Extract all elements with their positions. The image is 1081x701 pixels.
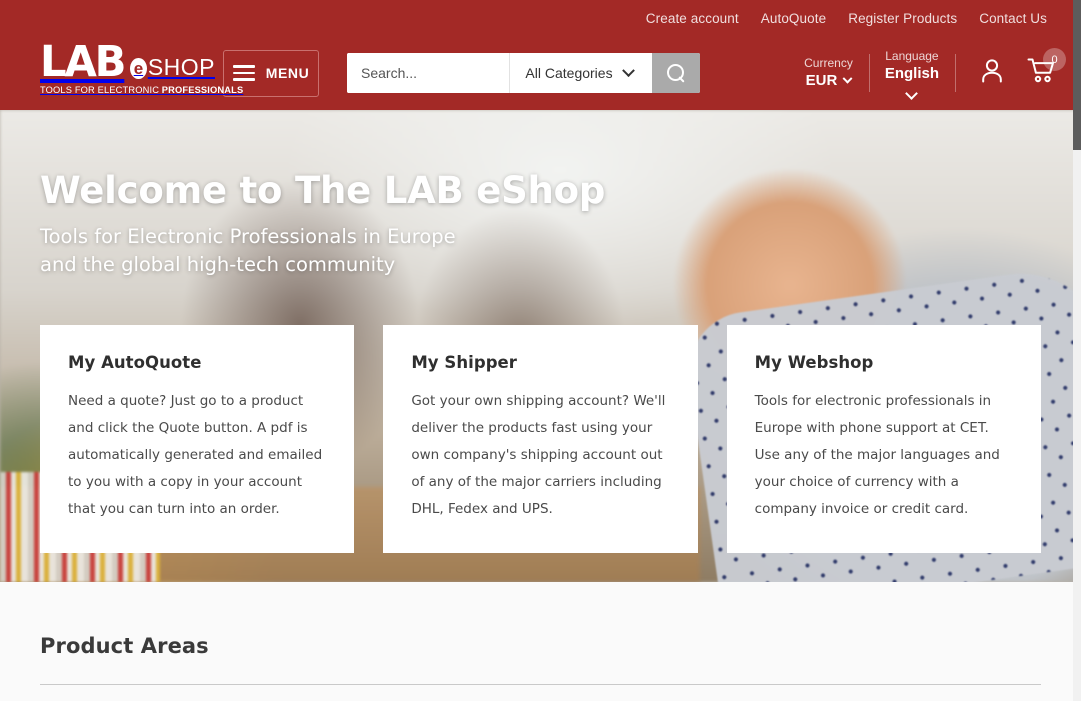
search-submit-button[interactable] <box>652 53 700 93</box>
category-select[interactable]: All Categories <box>510 53 652 93</box>
currency-value: EUR <box>805 71 838 89</box>
page-root: Create account AutoQuote Register Produc… <box>0 0 1081 701</box>
logo-tagline: TOOLS FOR ELECTRONIC PROFESSIONALS <box>40 85 243 95</box>
language-value: English <box>884 65 939 83</box>
chevron-down-icon <box>621 63 635 77</box>
top-link-register-products[interactable]: Register Products <box>837 11 968 26</box>
language-label: Language <box>885 49 939 64</box>
site-header: Create account AutoQuote Register Produc… <box>0 0 1081 110</box>
product-areas-section: Product Areas <box>0 582 1081 701</box>
hero-title: Welcome to The LAB eShop <box>40 169 606 212</box>
utility-nav: Create account AutoQuote Register Produc… <box>0 0 1081 36</box>
header-icon-group: 0 <box>955 48 1066 89</box>
page-scrollbar[interactable] <box>1073 0 1081 701</box>
feature-card-shipper: My Shipper Got your own shipping account… <box>383 325 698 553</box>
logo-shop-text: SHOP <box>147 54 215 81</box>
logo-lab-text: LAB <box>40 36 126 87</box>
header-utilities: Currency EUR Language English 0 <box>788 36 1066 110</box>
top-link-create-account[interactable]: Create account <box>635 11 750 26</box>
category-select-value: All Categories <box>525 65 613 81</box>
language-selector[interactable]: Language English <box>869 48 955 100</box>
feature-card-body: Need a quote? Just go to a product and c… <box>68 393 323 517</box>
currency-selector[interactable]: Currency EUR <box>788 55 869 91</box>
logo-e-badge: e <box>130 58 147 80</box>
account-button[interactable] <box>979 57 1005 89</box>
hero-subtitle: Tools for Electronic Professionals in Eu… <box>40 223 605 278</box>
cart-button[interactable]: 0 <box>1027 48 1066 89</box>
currency-value-row: EUR <box>805 71 853 91</box>
header-main-bar: LAB e SHOP TOOLS FOR ELECTRONIC PROFESSI… <box>0 36 1081 110</box>
hero-subtitle-line-1: Tools for Electronic Professionals in Eu… <box>40 225 456 249</box>
section-title: Product Areas <box>40 634 209 658</box>
feature-card-body: Tools for electronic professionals in Eu… <box>754 393 1000 517</box>
hero-subtitle-line-2: and the global high-tech community <box>40 253 396 277</box>
menu-button-label: MENU <box>265 65 310 81</box>
site-logo[interactable]: LAB e SHOP TOOLS FOR ELECTRONIC PROFESSI… <box>40 36 243 99</box>
chevron-down-icon <box>842 73 853 84</box>
logo-tagline-bold: PROFESSIONALS <box>161 85 244 96</box>
feature-card-autoquote: My AutoQuote Need a quote? Just go to a … <box>40 325 355 553</box>
hero-banner: Welcome to The LAB eShop Tools for Elect… <box>0 110 1081 582</box>
feature-card-list: My AutoQuote Need a quote? Just go to a … <box>40 325 1041 553</box>
hamburger-icon <box>232 65 255 81</box>
top-link-contact-us[interactable]: Contact Us <box>968 11 1061 26</box>
magnifier-icon <box>666 63 686 83</box>
feature-card-webshop: My Webshop Tools for electronic professi… <box>726 325 1041 553</box>
feature-card-body: Got your own shipping account? We'll del… <box>411 393 666 517</box>
feature-card-title: My Webshop <box>754 353 874 372</box>
cart-count-badge: 0 <box>1043 48 1066 71</box>
scrollbar-thumb[interactable] <box>1073 0 1081 150</box>
logo-tagline-normal: TOOLS FOR ELECTRONIC <box>40 85 162 96</box>
section-divider <box>40 684 1041 685</box>
hero-text-block: Welcome to The LAB eShop Tools for Elect… <box>40 170 605 279</box>
currency-label: Currency <box>804 55 853 70</box>
chevron-down-icon <box>905 86 919 100</box>
search-input[interactable] <box>347 53 510 93</box>
feature-card-title: My AutoQuote <box>68 353 202 372</box>
top-link-autoquote[interactable]: AutoQuote <box>750 11 837 26</box>
user-icon <box>982 59 1002 83</box>
search-bar: All Categories <box>347 53 700 93</box>
feature-card-title: My Shipper <box>411 353 517 372</box>
